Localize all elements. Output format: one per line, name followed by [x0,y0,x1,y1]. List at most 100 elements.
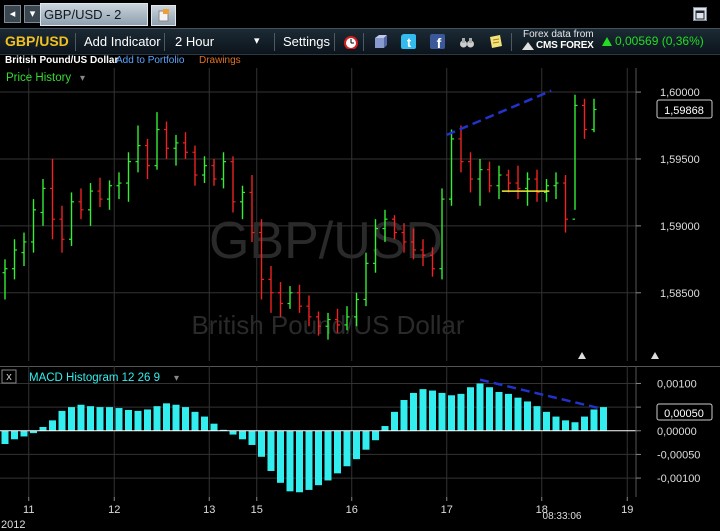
histogram-bar [372,430,379,441]
restore-window-button[interactable] [693,7,707,21]
ohlc-bar [496,165,502,200]
histogram-bar [277,430,284,483]
ohlc-bar [221,152,226,189]
ohlc-bar [21,232,27,267]
ohlc-bar [563,175,568,233]
price-axis: 1,58500 1,59000 1,59500 1,60000 [636,87,700,300]
histogram-bar [448,395,455,431]
price-chart[interactable]: GBP/USD British Pound/US Dollar 1,585001… [0,68,720,361]
toolbar-divider [75,33,76,51]
histogram-bar [77,404,85,431]
tab-strip: ◂ ▾ GBP/USD - 2 Hour [0,0,720,43]
instrument-subheader: British Pound/US Dollar Add to Portfolio… [0,53,720,68]
chevron-down-icon: ▾ [174,373,179,384]
ohlc-bar [40,179,46,226]
data-source-label: Forex data from [523,29,594,40]
histogram-bar [87,406,94,431]
histogram-bar [467,387,474,431]
add-indicator-button[interactable]: Add Indicator [84,29,161,54]
ohlc-bar [487,161,492,193]
histogram-bar [229,430,237,435]
histogram-bar [39,426,47,431]
histogram-bar [106,407,113,431]
chevron-left-icon: ◂ [9,8,16,20]
ohlc-bar [107,180,112,210]
chevron-down-icon: ▾ [29,8,36,20]
histogram-bar [210,423,218,431]
histogram-bar [334,430,341,474]
ohlc-bar [173,134,179,166]
ohlc-bar [572,94,578,220]
chevron-down-icon: ▾ [254,35,260,47]
twitter-icon[interactable]: t [401,34,416,49]
histogram-bar [267,430,275,471]
price-history-title: Price History [6,72,71,84]
ohlc-bar [69,192,74,246]
facebook-icon[interactable]: f [430,34,445,49]
ohlc-bar [534,169,540,202]
new-tab-button[interactable] [151,5,176,26]
arrow-up-icon [602,37,612,46]
histogram-bar [533,406,541,431]
price-history-dropdown[interactable]: Price History ▾ [6,72,85,84]
ohlc-bar [287,286,293,309]
ohlc-bar [506,169,511,193]
histogram-bar [362,430,370,450]
ohlc-bar [477,158,483,206]
price-change: 0,00569 (0,36%) [615,34,704,48]
time-tick-label: 13 [203,504,215,516]
macd-chart[interactable]: -0,00100-0,000500,000000,000500,00100 0,… [0,366,720,497]
histogram-bar [11,430,18,440]
time-tick-label: 16 [346,504,358,516]
histogram-bar [115,408,123,431]
svg-text:f: f [437,35,442,49]
note-icon[interactable] [488,34,503,49]
ohlc-bar [135,125,141,173]
ohlc-bar [525,172,530,206]
macd-settings-dropdown[interactable]: MACD Histogram 12 26 9 ▾ [29,372,179,384]
histogram-bar [201,416,208,431]
histogram-bar [514,397,522,431]
time-tick-label: 15 [251,504,263,516]
restore-icon [695,10,705,20]
histogram-bar [258,430,265,457]
ohlc-bar [154,112,160,170]
symbol-button[interactable]: GBP/USD [5,29,69,54]
histogram-bar [182,407,189,431]
time-tick-label: 12 [108,504,120,516]
ohlc-bar [88,183,93,226]
cube-icon[interactable] [372,34,387,49]
macd-tick-label: 0,00000 [657,426,697,438]
time-tick-label: 19 [621,504,633,516]
collapse-panel-icon[interactable] [578,352,586,359]
drawings-link[interactable]: Drawings [199,53,241,68]
macd-close-button[interactable]: x [1,369,17,384]
histogram-bar [438,392,446,431]
time-tick-label: 17 [441,504,453,516]
ohlc-bar [12,239,17,280]
histogram-bar [191,411,199,431]
settings-button[interactable]: Settings [283,29,330,54]
ohlc-bar [78,188,84,220]
toolbar-divider [334,33,335,51]
scroll-up-icon[interactable] [651,352,659,359]
ohlc-bar [582,98,587,139]
ohlc-bar [553,172,559,200]
cms-logo-text: CMS FOREX [536,40,594,51]
ohlc-bar [2,259,8,300]
cms-logo-icon [522,42,534,50]
ohlc-bar [183,132,188,159]
binoculars-icon[interactable] [459,34,474,49]
interval-select[interactable]: 2 Hour ▾ [165,29,272,54]
macd-tick-label: -0,00050 [657,449,700,461]
close-icon: x [6,371,12,383]
add-to-portfolio-link[interactable]: Add to Portfolio [116,53,184,68]
scroll-tabs-left-button[interactable]: ◂ [4,5,21,23]
tabs-menu-button[interactable]: ▾ [24,5,41,23]
watermark-symbol: GBP/USD [209,212,443,270]
tab-gbpusd-2hour[interactable]: GBP/USD - 2 Hour [40,3,148,43]
macd-tick-label: -0,00100 [657,473,700,485]
alarm-clock-icon[interactable] [343,34,358,49]
ohlc-bar [458,125,464,173]
ohlc-bar [59,205,65,253]
